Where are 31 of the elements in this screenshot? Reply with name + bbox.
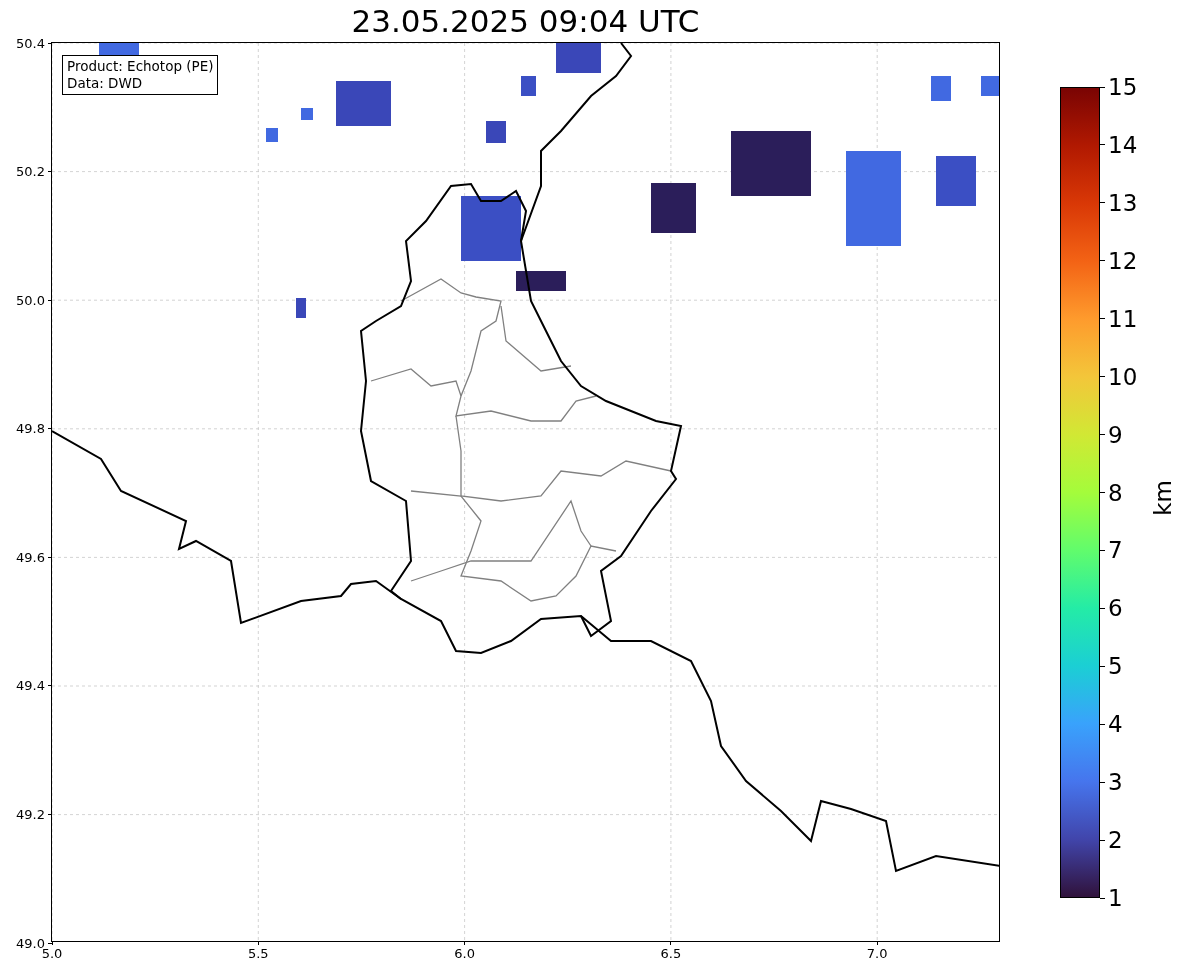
y-tick-label: 49.2 [16, 805, 45, 823]
legend-text: Product: Echotop (PE) [67, 58, 214, 75]
colorbar-tick-label: 4 [1108, 710, 1123, 739]
colorbar-tick-label: 7 [1108, 536, 1123, 565]
colorbar-tick-label: 1 [1108, 884, 1123, 912]
colorbar-label: km [1150, 480, 1176, 516]
y-tick-label: 50.4 [16, 34, 45, 52]
colorbar-tick-label: 6 [1108, 594, 1123, 623]
colorbar-tick-label: 11 [1108, 304, 1138, 333]
y-tick-label: 49.8 [16, 420, 45, 438]
y-tick-label: 49.4 [16, 677, 45, 695]
colorbar-tick-label: 13 [1108, 188, 1138, 217]
legend-text: Data: DWD [67, 75, 144, 92]
colorbar-tick-label: 10 [1108, 362, 1138, 391]
colorbar-tick-label: 12 [1108, 246, 1138, 275]
x-tick-label: 6.5 [660, 945, 682, 962]
x-tick-label: 5.5 [247, 945, 269, 962]
colorbar-tick-label: 8 [1108, 478, 1123, 507]
x-tick-label: 5.0 [41, 946, 63, 962]
y-tick-label: 50.2 [16, 163, 45, 181]
colorbar-tick-label: 15 [1108, 73, 1138, 101]
colorbar-tick-label: 9 [1108, 420, 1123, 449]
colorbar-tick-label: 3 [1108, 768, 1123, 797]
colorbar-tick-label: 14 [1108, 130, 1138, 159]
colorbar-tick-label: 5 [1108, 652, 1123, 681]
chart-title: 23.05.2025 09:04 UTC [351, 2, 700, 41]
colorbar-tick-label: 2 [1108, 826, 1123, 855]
y-tick-label: 49.6 [16, 548, 45, 566]
y-tick-label: 50.0 [16, 291, 45, 309]
x-tick-label: 7.0 [866, 945, 888, 962]
x-tick-label: 6.0 [454, 945, 475, 962]
